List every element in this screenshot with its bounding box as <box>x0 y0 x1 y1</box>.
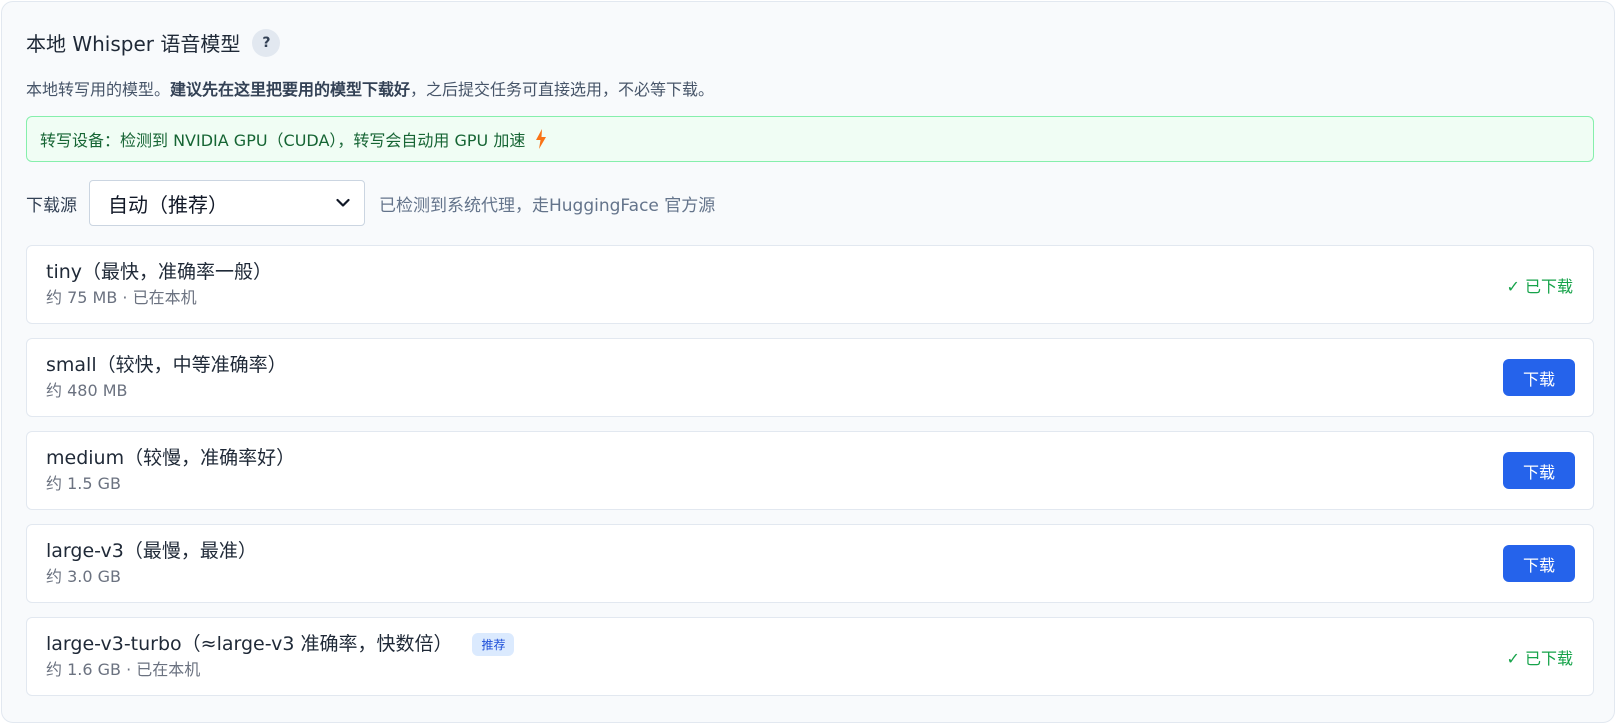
model-size: 约 75 MB · 已在本机 <box>46 288 197 307</box>
model-name: large-v3-turbo（≈large-v3 准确率，快数倍） <box>46 633 453 655</box>
proxy-detected-hint: 已检测到系统代理，走HuggingFace 官方源 <box>379 195 716 216</box>
description-emphasis: 建议先在这里把要用的模型下载好 <box>170 80 411 99</box>
model-name: tiny（最快，准确率一般） <box>46 261 273 283</box>
download-button[interactable]: 下载 <box>1503 545 1575 582</box>
download-source-label: 下载源 <box>26 195 77 216</box>
model-list: tiny（最快，准确率一般） 约 75 MB · 已在本机 ✓ 已下载 smal… <box>26 245 1594 710</box>
description-suffix: ，之后提交任务可直接选用，不必等下载。 <box>410 80 715 99</box>
recommended-badge: 推荐 <box>472 632 515 656</box>
device-status-text: 转写设备：检测到 NVIDIA GPU（CUDA），转写会自动用 GPU 加速 <box>40 131 526 150</box>
model-info: small（较快，中等准确率） 约 480 MB <box>46 352 287 403</box>
panel-description: 本地转写用的模型。建议先在这里把要用的模型下载好，之后提交任务可直接选用，不必等… <box>26 76 714 100</box>
downloaded-status: ✓ 已下载 <box>1506 276 1574 296</box>
model-info: large-v3-turbo（≈large-v3 准确率，快数倍） 推荐 约 1… <box>46 631 515 682</box>
download-source-select[interactable]: 自动（推荐） <box>89 180 365 226</box>
download-source-selected-value: 自动（推荐） <box>108 192 228 217</box>
chevron-down-icon <box>336 198 350 207</box>
model-name: medium（较慢，准确率好） <box>46 447 296 469</box>
model-info: tiny（最快，准确率一般） 约 75 MB · 已在本机 <box>46 259 272 310</box>
model-name-row: tiny（最快，准确率一般） <box>46 259 272 285</box>
model-name-row: large-v3（最慢，最准） <box>46 538 257 564</box>
model-name: small（较快，中等准确率） <box>46 354 287 376</box>
model-info: medium（较慢，准确率好） 约 1.5 GB <box>46 445 295 496</box>
download-button[interactable]: 下载 <box>1503 452 1575 489</box>
panel-header: 本地 Whisper 语音模型 ? <box>26 28 281 57</box>
model-item-tiny: tiny（最快，准确率一般） 约 75 MB · 已在本机 ✓ 已下载 <box>26 245 1594 324</box>
model-info: large-v3（最慢，最准） 约 3.0 GB <box>46 538 257 589</box>
model-size: 约 3.0 GB <box>46 567 121 586</box>
device-status-banner: 转写设备：检测到 NVIDIA GPU（CUDA），转写会自动用 GPU 加速 <box>26 116 1594 162</box>
help-icon[interactable]: ? <box>252 28 281 57</box>
whisper-model-panel: 本地 Whisper 语音模型 ? 本地转写用的模型。建议先在这里把要用的模型下… <box>1 1 1615 723</box>
model-item-medium: medium（较慢，准确率好） 约 1.5 GB 下载 <box>26 431 1594 510</box>
download-source-row: 下载源 自动（推荐） 已检测到系统代理，走HuggingFace 官方源 <box>26 180 715 226</box>
model-size: 约 1.5 GB <box>46 474 121 493</box>
model-size: 约 1.6 GB · 已在本机 <box>46 660 201 679</box>
model-item-large-v3-turbo: large-v3-turbo（≈large-v3 准确率，快数倍） 推荐 约 1… <box>26 617 1594 696</box>
model-item-small: small（较快，中等准确率） 约 480 MB 下载 <box>26 338 1594 417</box>
model-item-large-v3: large-v3（最慢，最准） 约 3.0 GB 下载 <box>26 524 1594 603</box>
description-prefix: 本地转写用的模型。 <box>26 80 171 99</box>
model-name: large-v3（最慢，最准） <box>46 540 257 562</box>
download-button[interactable]: 下载 <box>1503 359 1575 396</box>
downloaded-status: ✓ 已下载 <box>1506 648 1574 668</box>
lightning-bolt-icon <box>536 129 547 149</box>
model-name-row: large-v3-turbo（≈large-v3 准确率，快数倍） 推荐 <box>46 631 515 657</box>
model-name-row: medium（较慢，准确率好） <box>46 445 295 471</box>
panel-title: 本地 Whisper 语音模型 <box>26 32 241 56</box>
model-name-row: small（较快，中等准确率） <box>46 352 287 378</box>
model-size: 约 480 MB <box>46 381 128 400</box>
